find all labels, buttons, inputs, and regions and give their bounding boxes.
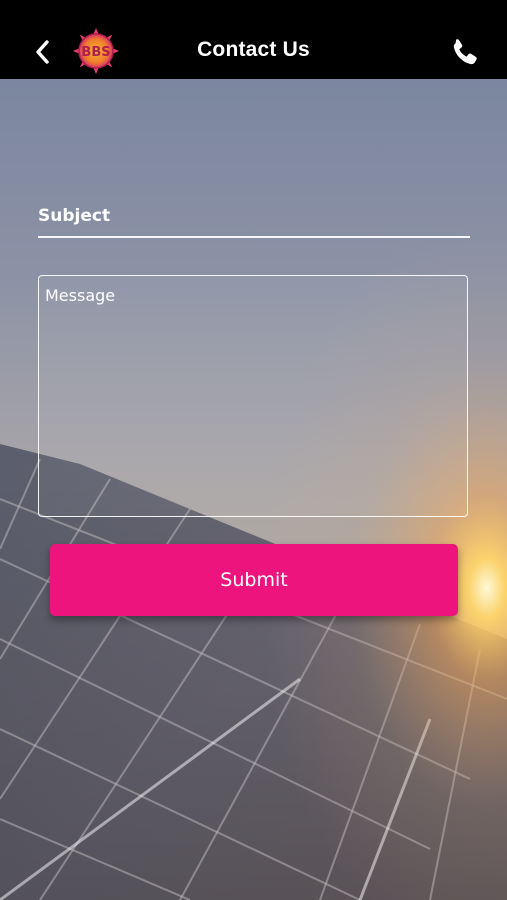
phone-icon xyxy=(453,39,477,65)
message-field-wrapper xyxy=(38,275,468,517)
call-button[interactable] xyxy=(449,37,481,69)
app-header: BBS Contact Us xyxy=(0,0,507,79)
subject-input[interactable] xyxy=(38,195,470,238)
message-input[interactable] xyxy=(39,276,467,516)
submit-button[interactable]: Submit xyxy=(50,544,458,616)
contact-screen: BBS Contact Us Submit xyxy=(0,0,507,900)
page-title: Contact Us xyxy=(197,38,310,61)
subject-field-wrapper xyxy=(38,195,470,238)
